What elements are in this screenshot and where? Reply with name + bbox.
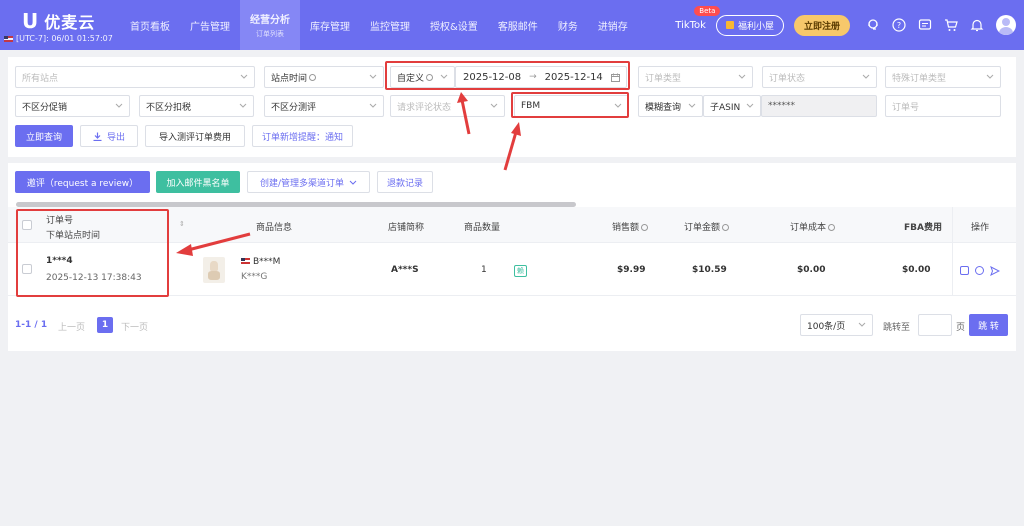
arrow-to-date	[457, 92, 471, 135]
annotation-arrows	[176, 92, 521, 256]
arrow-to-order-column	[176, 232, 251, 256]
arrow-to-fbm	[503, 122, 521, 171]
